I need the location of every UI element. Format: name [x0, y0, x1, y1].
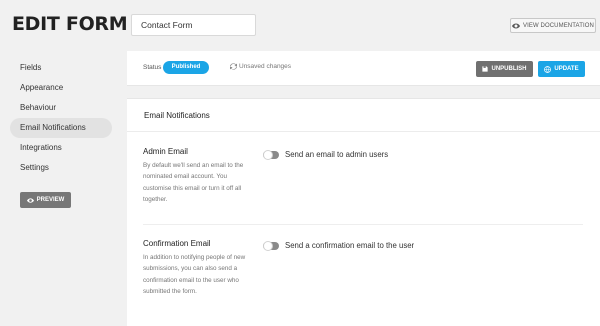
sidebar: Fields Appearance Behaviour Email Notifi…	[0, 58, 120, 178]
unsaved-indicator: Unsaved changes	[230, 63, 291, 70]
sidebar-item-appearance[interactable]: Appearance	[10, 78, 112, 98]
unsaved-text: Unsaved changes	[239, 63, 292, 70]
admin-email-toggle-label: Send an email to admin users	[285, 150, 389, 159]
admin-email-toggle-row[interactable]: Send an email to admin users	[263, 149, 389, 160]
admin-email-description: By default we'll send an email to the no…	[143, 162, 244, 203]
confirmation-email-toggle-label: Send a confirmation email to the user	[285, 241, 415, 250]
unpublish-button[interactable]: UNPUBLISH	[476, 61, 533, 77]
globe-icon	[544, 65, 552, 73]
main-panel: Status Published Unsaved changes UNPUBLI…	[127, 51, 600, 326]
confirmation-email-toggle-row[interactable]: Send a confirmation email to the user	[263, 240, 415, 251]
preview-label: PREVIEW	[36, 197, 65, 203]
card-title: Email Notifications	[144, 111, 210, 120]
sidebar-item-email-notifications[interactable]: Email Notifications	[10, 118, 112, 138]
refresh-icon	[230, 63, 237, 70]
eye-icon	[26, 197, 34, 203]
view-documentation-label: VIEW DOCUMENTATION	[523, 22, 594, 29]
status-label: Status	[143, 64, 162, 71]
admin-email-title: Admin Email	[143, 147, 188, 156]
card-header: Email Notifications	[127, 99, 600, 132]
update-label: UPDATE	[554, 66, 579, 72]
sidebar-item-behaviour[interactable]: Behaviour	[10, 98, 112, 118]
confirmation-email-title: Confirmation Email	[143, 239, 211, 248]
page-title: EDIT FORM	[12, 13, 128, 35]
status-bar: Status Published Unsaved changes UNPUBLI…	[127, 51, 600, 86]
eye-icon	[512, 23, 521, 28]
update-button[interactable]: UPDATE	[538, 61, 585, 77]
sidebar-item-settings[interactable]: Settings	[10, 158, 112, 178]
save-icon	[482, 66, 489, 72]
preview-button[interactable]: PREVIEW	[20, 192, 71, 208]
email-notifications-card: Email Notifications Admin Email By defau…	[127, 98, 600, 326]
form-name-input[interactable]: Contact Form	[131, 14, 256, 36]
confirmation-email-toggle[interactable]	[263, 240, 279, 251]
sidebar-item-fields[interactable]: Fields	[10, 58, 112, 78]
section-divider	[143, 224, 583, 225]
admin-email-toggle[interactable]	[263, 149, 279, 160]
confirmation-email-description: In addition to notifying people of new s…	[143, 254, 246, 295]
sidebar-item-integrations[interactable]: Integrations	[10, 138, 112, 158]
view-documentation-button[interactable]: VIEW DOCUMENTATION	[510, 18, 596, 33]
unpublish-label: UNPUBLISH	[491, 66, 527, 72]
status-badge[interactable]: Published	[163, 61, 209, 74]
